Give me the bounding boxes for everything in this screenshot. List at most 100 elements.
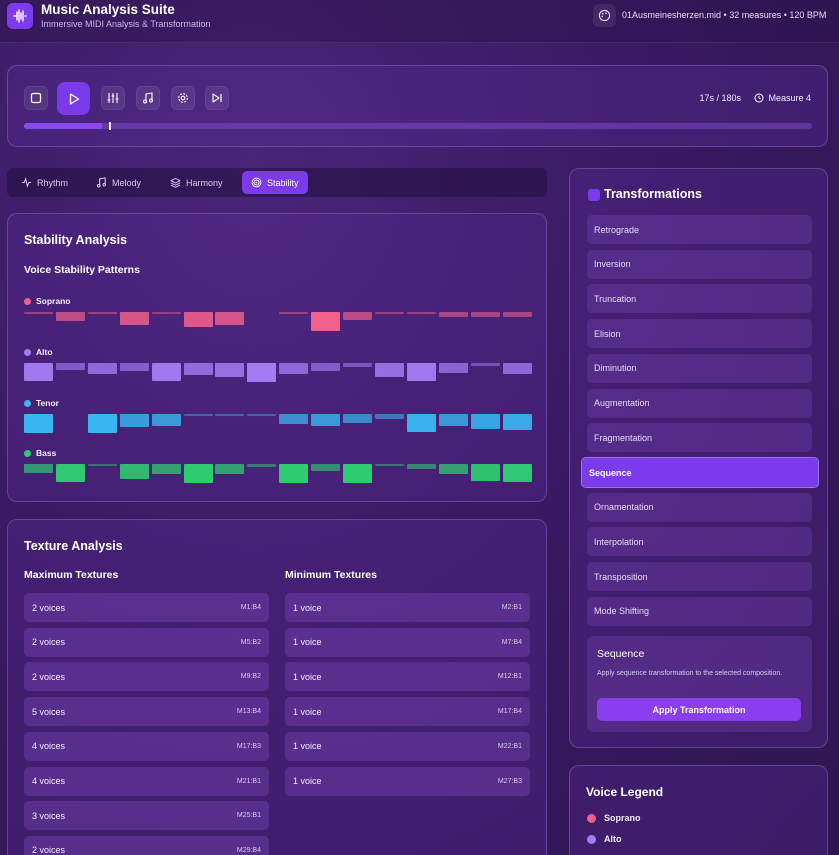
stability-bar-tenor xyxy=(119,414,149,428)
transform-item-interpolation[interactable]: Interpolation xyxy=(587,527,812,557)
texture-position: M27:B3 xyxy=(497,777,522,785)
apply-transformation-button[interactable]: Apply Transformation xyxy=(597,698,801,721)
voice-dot xyxy=(24,297,31,305)
play-icon xyxy=(69,92,79,105)
texture-row[interactable]: 2 voices M9:B2 xyxy=(24,662,269,692)
stability-bar-soprano xyxy=(438,312,468,317)
stability-bar-bass xyxy=(247,464,277,467)
transform-item-fragmentation[interactable]: Fragmentation xyxy=(587,423,812,453)
transform-item-sequence[interactable]: Sequence xyxy=(581,457,819,488)
transform-item-augmentation[interactable]: Augmentation xyxy=(587,388,812,418)
texture-voices: 4 voices xyxy=(32,776,66,786)
stability-bar-bass xyxy=(215,464,245,475)
texture-voices: 4 voices xyxy=(32,741,66,752)
layers-icon xyxy=(170,177,181,188)
stop-button[interactable] xyxy=(24,86,48,110)
texture-position: M29:B4 xyxy=(236,846,261,854)
stability-bar-bass xyxy=(55,464,85,483)
mixer-button[interactable] xyxy=(101,86,125,110)
music-button[interactable] xyxy=(136,86,160,110)
texture-position: M7:B4 xyxy=(501,638,522,646)
texture-position: M21:B1 xyxy=(236,777,261,785)
texture-row[interactable]: 3 voices M25:B1 xyxy=(24,801,269,831)
legend-item-soprano: Soprano xyxy=(587,813,641,823)
stability-bar-alto xyxy=(151,363,181,382)
stability-bar-alto xyxy=(374,363,404,378)
tab-harmony[interactable]: Harmony xyxy=(161,171,232,194)
texture-voices: 1 voice xyxy=(293,706,322,717)
tab-label: Rhythm xyxy=(37,177,69,188)
music-note-icon xyxy=(97,177,106,188)
stability-bar-tenor xyxy=(374,414,404,419)
stability-bar-tenor xyxy=(502,414,532,431)
transform-item-elision[interactable]: Elision xyxy=(587,319,812,349)
transform-item-ornamentation[interactable]: Ornamentation xyxy=(587,492,812,522)
texture-row[interactable]: 4 voices M21:B1 xyxy=(24,766,269,796)
analysis-tabs: Rhythm Melody Harmony Stability xyxy=(7,168,547,197)
palette-icon[interactable] xyxy=(593,4,616,27)
stability-bar-soprano xyxy=(343,312,372,320)
texture-row[interactable]: 1 voice M22:B1 xyxy=(285,731,530,761)
stability-bar-tenor xyxy=(215,414,245,416)
tab-rhythm[interactable]: Rhythm xyxy=(12,171,77,194)
measure-label: Measure 4 xyxy=(768,93,811,103)
texture-row[interactable]: 2 voices M1:B4 xyxy=(24,593,269,622)
voice-label-alto: Alto xyxy=(24,347,53,357)
stability-bar-tenor xyxy=(87,414,117,433)
voice-legend-card: Voice Legend Soprano Alto xyxy=(569,765,828,855)
progress-handle[interactable] xyxy=(109,122,111,130)
stability-bar-tenor xyxy=(24,414,53,433)
stability-bar-soprano xyxy=(119,312,149,326)
texture-row[interactable]: 1 voice M17:B4 xyxy=(285,697,530,727)
legend-title: Voice Legend xyxy=(586,785,664,799)
stability-bar-alto xyxy=(183,363,213,376)
stability-bar-tenor xyxy=(311,414,341,427)
texture-row[interactable]: 4 voices M17:B3 xyxy=(24,731,269,761)
detail-description: Apply sequence transformation to the sel… xyxy=(597,670,783,677)
voice-label-bass: Bass xyxy=(24,448,56,458)
texture-position: M2:B1 xyxy=(501,604,522,611)
texture-row[interactable]: 5 voices M13:B4 xyxy=(24,697,269,727)
transform-item-truncation[interactable]: Truncation xyxy=(587,284,812,314)
voice-dot xyxy=(24,348,31,356)
texture-position: M17:B4 xyxy=(497,708,522,716)
transform-item-mode-shifting[interactable]: Mode Shifting xyxy=(587,596,812,626)
stability-bar-tenor xyxy=(183,414,213,416)
stability-bar-alto xyxy=(406,363,436,382)
stability-bar-bass xyxy=(24,464,53,473)
stability-bar-soprano xyxy=(279,312,309,315)
stability-bar-bass xyxy=(183,464,213,483)
texture-row[interactable]: 1 voice M12:B1 xyxy=(285,662,530,692)
texture-voices: 2 voices xyxy=(32,637,66,648)
texture-row[interactable]: 1 voice M2:B1 xyxy=(285,593,530,622)
tab-melody[interactable]: Melody xyxy=(87,171,150,194)
transform-item-diminution[interactable]: Diminution xyxy=(587,353,812,383)
texture-voices: 2 voices xyxy=(32,671,66,682)
transform-item-retrograde[interactable]: Retrograde xyxy=(587,215,812,244)
stability-bar-soprano xyxy=(151,312,181,314)
measure-display: Measure 4 xyxy=(754,93,811,103)
stability-bar-alto xyxy=(470,363,500,366)
stability-bar-alto xyxy=(215,363,245,378)
texture-position: M25:B1 xyxy=(236,812,261,820)
stability-bar-bass xyxy=(343,464,372,483)
stability-bar-soprano xyxy=(183,312,213,328)
stability-bar-alto xyxy=(24,363,53,382)
texture-row[interactable]: 2 voices M5:B2 xyxy=(24,627,269,657)
settings-button[interactable] xyxy=(171,86,195,110)
texture-row[interactable]: 1 voice M27:B3 xyxy=(285,766,530,796)
stability-bar-bass xyxy=(279,464,309,483)
voice-label-soprano: Soprano xyxy=(24,296,70,306)
skip-button[interactable] xyxy=(205,86,229,110)
play-button[interactable] xyxy=(57,82,90,115)
tab-stability[interactable]: Stability xyxy=(242,171,308,194)
app-title: Music Analysis Suite xyxy=(41,2,175,17)
stability-bar-alto xyxy=(311,363,341,371)
clock-icon xyxy=(754,93,764,103)
progress-bar[interactable] xyxy=(24,123,812,129)
texture-row[interactable]: 1 voice M7:B4 xyxy=(285,627,530,657)
transform-item-inversion[interactable]: Inversion xyxy=(587,249,812,279)
transform-item-transposition[interactable]: Transposition xyxy=(587,562,812,591)
stability-bar-tenor xyxy=(470,414,500,430)
texture-row[interactable]: 2 voices M29:B4 xyxy=(24,835,269,855)
